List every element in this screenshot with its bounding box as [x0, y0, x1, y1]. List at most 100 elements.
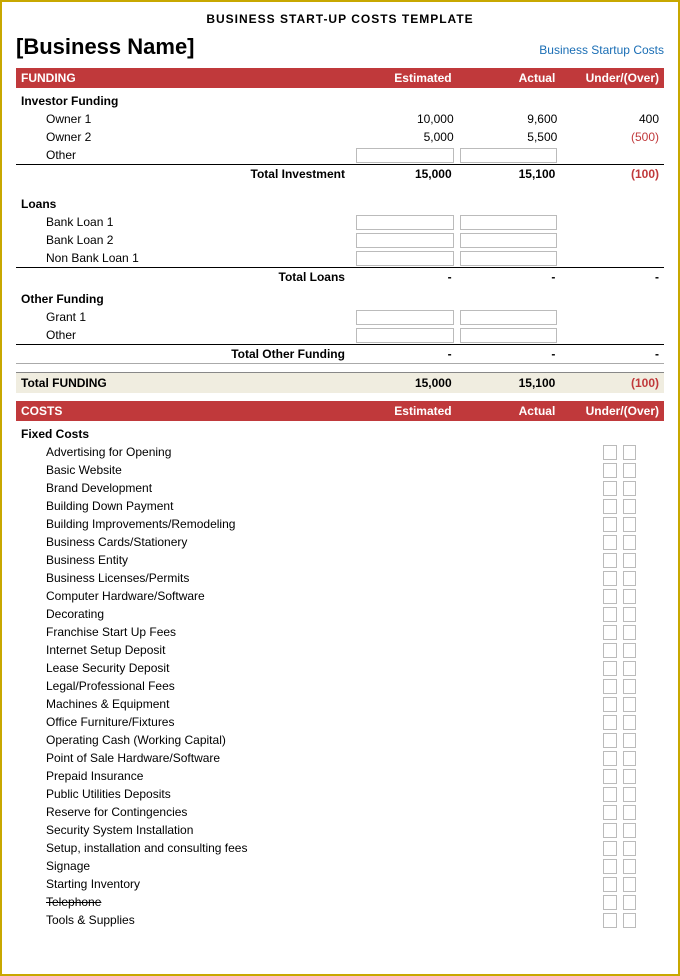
- total-loans-actual: -: [457, 268, 561, 287]
- cost-item-row: Point of Sale Hardware/Software: [16, 749, 664, 767]
- owner2-estimated[interactable]: 5,000: [353, 128, 457, 146]
- total-loans-label: Total Loans: [16, 268, 353, 287]
- cost-item-actual[interactable]: [620, 443, 640, 461]
- other-funding-other-row: Other: [16, 326, 664, 345]
- cost-item-actual[interactable]: [620, 749, 640, 767]
- bank-loan2-estimated[interactable]: [353, 231, 457, 249]
- cost-item-estimated[interactable]: [600, 803, 620, 821]
- owner2-label: Owner 2: [16, 128, 353, 146]
- cost-item-row: Lease Security Deposit: [16, 659, 664, 677]
- cost-item-actual[interactable]: [620, 911, 640, 929]
- cost-item-estimated[interactable]: [600, 623, 620, 641]
- cost-item-estimated[interactable]: [600, 443, 620, 461]
- cost-item-estimated[interactable]: [600, 479, 620, 497]
- cost-item-actual[interactable]: [620, 641, 640, 659]
- cost-item-actual[interactable]: [620, 515, 640, 533]
- owner2-actual[interactable]: 5,500: [457, 128, 561, 146]
- other-funding-other-estimated[interactable]: [353, 326, 457, 345]
- investor-other-actual[interactable]: [457, 146, 561, 165]
- cost-item-actual[interactable]: [620, 677, 640, 695]
- bank-loan1-estimated[interactable]: [353, 213, 457, 231]
- cost-item-actual[interactable]: [620, 839, 640, 857]
- cost-item-actual[interactable]: [620, 623, 640, 641]
- cost-item-actual[interactable]: [620, 497, 640, 515]
- cost-item-estimated[interactable]: [600, 749, 620, 767]
- bank-loan2-label: Bank Loan 2: [16, 231, 353, 249]
- total-investment-actual: 15,100: [457, 165, 561, 184]
- cost-item-estimated[interactable]: [600, 875, 620, 893]
- cost-item-estimated[interactable]: [600, 569, 620, 587]
- bank-loan1-actual[interactable]: [457, 213, 561, 231]
- cost-item-estimated[interactable]: [600, 605, 620, 623]
- non-bank-loan1-actual[interactable]: [457, 249, 561, 268]
- cost-item-actual[interactable]: [620, 587, 640, 605]
- cost-item-label: Starting Inventory: [16, 875, 600, 893]
- cost-item-estimated[interactable]: [600, 587, 620, 605]
- cost-item-actual[interactable]: [620, 659, 640, 677]
- cost-item-estimated[interactable]: [600, 911, 620, 929]
- cost-item-estimated[interactable]: [600, 857, 620, 875]
- cost-item-estimated[interactable]: [600, 821, 620, 839]
- non-bank-loan1-estimated[interactable]: [353, 249, 457, 268]
- cost-item-actual[interactable]: [620, 533, 640, 551]
- cost-item-estimated[interactable]: [600, 461, 620, 479]
- cost-item-actual[interactable]: [620, 767, 640, 785]
- cost-item-label: Telephone: [16, 893, 600, 911]
- cost-item-actual[interactable]: [620, 479, 640, 497]
- owner1-row: Owner 1 10,000 9,600 400: [16, 110, 664, 128]
- cost-item-row: Telephone: [16, 893, 664, 911]
- cost-item-estimated[interactable]: [600, 767, 620, 785]
- owner1-actual[interactable]: 9,600: [457, 110, 561, 128]
- cost-item-actual[interactable]: [620, 731, 640, 749]
- cost-item-under: [639, 821, 664, 839]
- cost-item-estimated[interactable]: [600, 893, 620, 911]
- bank-loan2-actual[interactable]: [457, 231, 561, 249]
- cost-item-estimated[interactable]: [600, 695, 620, 713]
- cost-item-label: Building Improvements/Remodeling: [16, 515, 600, 533]
- grant1-actual[interactable]: [457, 308, 561, 326]
- owner1-estimated[interactable]: 10,000: [353, 110, 457, 128]
- cost-item-estimated[interactable]: [600, 551, 620, 569]
- cost-item-actual[interactable]: [620, 803, 640, 821]
- cost-item-estimated[interactable]: [600, 677, 620, 695]
- grant1-estimated[interactable]: [353, 308, 457, 326]
- investor-other-estimated[interactable]: [353, 146, 457, 165]
- cost-item-row: Computer Hardware/Software: [16, 587, 664, 605]
- cost-item-row: Business Cards/Stationery: [16, 533, 664, 551]
- bank-loan1-label: Bank Loan 1: [16, 213, 353, 231]
- cost-item-actual[interactable]: [620, 713, 640, 731]
- cost-item-actual[interactable]: [620, 605, 640, 623]
- cost-item-estimated[interactable]: [600, 731, 620, 749]
- cost-item-label: Public Utilities Deposits: [16, 785, 600, 803]
- cost-item-estimated[interactable]: [600, 641, 620, 659]
- cost-item-estimated[interactable]: [600, 785, 620, 803]
- cost-item-actual[interactable]: [620, 821, 640, 839]
- cost-item-label: Machines & Equipment: [16, 695, 600, 713]
- cost-item-actual[interactable]: [620, 461, 640, 479]
- other-funding-other-label: Other: [16, 326, 353, 345]
- cost-item-estimated[interactable]: [600, 533, 620, 551]
- cost-item-actual[interactable]: [620, 857, 640, 875]
- cost-item-row: Machines & Equipment: [16, 695, 664, 713]
- cost-item-actual[interactable]: [620, 569, 640, 587]
- cost-item-estimated[interactable]: [600, 659, 620, 677]
- cost-item-label: Computer Hardware/Software: [16, 587, 600, 605]
- cost-item-label: Prepaid Insurance: [16, 767, 600, 785]
- cost-item-actual[interactable]: [620, 875, 640, 893]
- cost-item-actual[interactable]: [620, 695, 640, 713]
- grant1-row: Grant 1: [16, 308, 664, 326]
- cost-item-actual[interactable]: [620, 551, 640, 569]
- cost-item-label: Business Licenses/Permits: [16, 569, 600, 587]
- cost-item-row: Legal/Professional Fees: [16, 677, 664, 695]
- cost-item-under: [639, 749, 664, 767]
- cost-item-estimated[interactable]: [600, 713, 620, 731]
- startup-link[interactable]: Business Startup Costs: [539, 43, 664, 57]
- fixed-costs-group: Fixed Costs: [16, 421, 664, 443]
- cost-item-estimated[interactable]: [600, 497, 620, 515]
- total-investment-under: (100): [560, 165, 664, 184]
- cost-item-estimated[interactable]: [600, 839, 620, 857]
- other-funding-other-actual[interactable]: [457, 326, 561, 345]
- cost-item-actual[interactable]: [620, 893, 640, 911]
- cost-item-estimated[interactable]: [600, 515, 620, 533]
- cost-item-actual[interactable]: [620, 785, 640, 803]
